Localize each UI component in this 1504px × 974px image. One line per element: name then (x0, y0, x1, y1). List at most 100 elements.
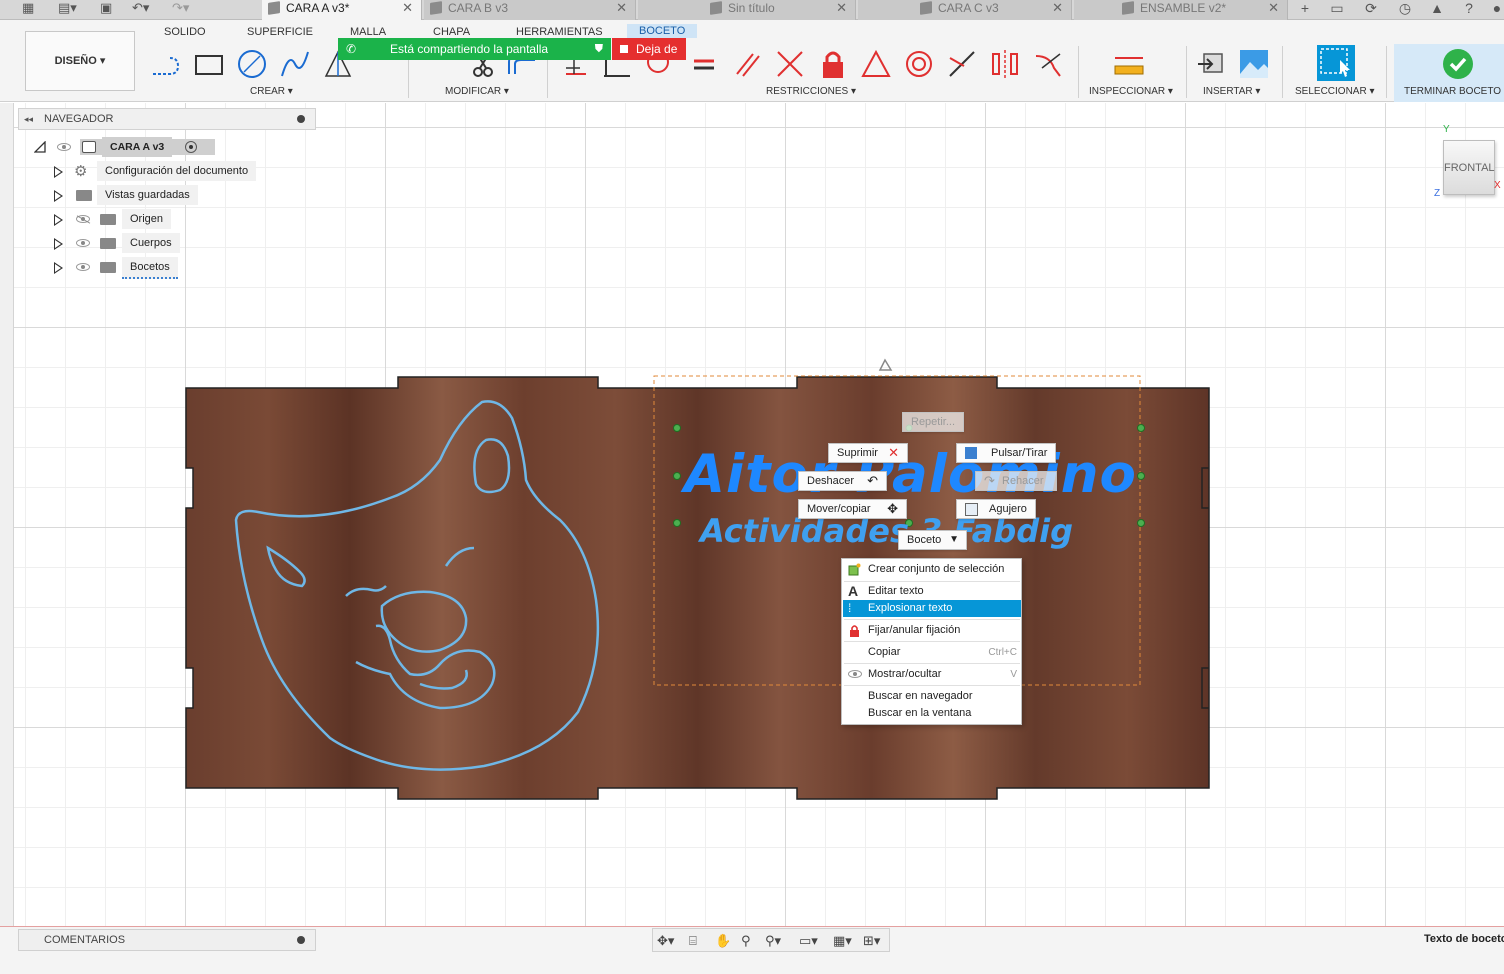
repeat-button[interactable]: Repetir... (902, 412, 965, 432)
group-crear[interactable]: CREAR ▾ (250, 86, 293, 97)
group-inspeccionar[interactable]: INSPECCIONAR ▾ (1089, 86, 1173, 97)
midpoint-constraint-icon[interactable] (946, 48, 978, 80)
visibility-eye-icon[interactable] (76, 263, 90, 271)
minimize-icon[interactable] (297, 115, 305, 123)
notifications-icon[interactable]: ▲ (1428, 0, 1446, 18)
expand-triangle-icon[interactable] (34, 141, 46, 153)
perpendicular-constraint-icon[interactable] (774, 48, 806, 80)
circle-tool-icon[interactable] (236, 48, 268, 80)
browser-header[interactable]: ◂◂ NAVEGADOR (18, 108, 316, 130)
tab-solido[interactable]: SOLIDO (164, 26, 206, 38)
browser-item-sketches[interactable]: Bocetos (52, 257, 182, 279)
tab-cara-a[interactable]: CARA A v3* ✕ (262, 0, 422, 20)
fix-constraint-icon[interactable] (817, 48, 849, 80)
browser-item-settings[interactable]: ⚙ Configuración del documento (52, 161, 262, 181)
sketch-text-line1[interactable]: Aitor Palomino (684, 444, 1137, 505)
pan-hand-icon[interactable]: ✋ (715, 933, 731, 949)
menu-item-find-in-window[interactable]: Buscar en la ventana (843, 705, 1021, 722)
stop-sharing-button[interactable]: Deja de (612, 38, 686, 60)
rectangle-tool-icon[interactable] (193, 48, 225, 80)
grid-settings-icon[interactable]: ▦▾ (833, 933, 852, 949)
menu-item-edit-text[interactable]: A Editar texto (843, 583, 1021, 600)
press-pull-button[interactable]: Pulsar/Tirar (956, 443, 1056, 463)
redo-icon[interactable]: ↷▾ (172, 0, 189, 18)
fit-icon[interactable]: ⚲▾ (765, 933, 781, 949)
menu-item-find-in-browser[interactable]: Buscar en navegador (843, 688, 1021, 705)
history-icon[interactable]: ◷ (1396, 0, 1414, 18)
menu-item-copy[interactable]: Copiar Ctrl+C (843, 644, 1021, 661)
close-icon[interactable]: ✕ (616, 0, 627, 16)
help-icon[interactable]: ? (1460, 0, 1478, 18)
file-menu-icon[interactable]: ▤▾ (58, 0, 77, 18)
move-copy-button[interactable]: Mover/copiar ✥ (798, 499, 907, 519)
delete-button[interactable]: Suprimir ✕ (828, 443, 908, 463)
grid-menu-icon[interactable]: ▦ (22, 0, 34, 18)
workspace-switcher[interactable]: DISEÑO ▾ (25, 31, 135, 91)
account-icon[interactable]: ● (1488, 0, 1504, 18)
group-restricciones[interactable]: RESTRICCIONES ▾ (766, 86, 856, 97)
sketch-dropdown-button[interactable]: Boceto ▼ (898, 530, 967, 550)
menu-item-explode-text[interactable]: ⁞ Explosionar texto (843, 600, 1021, 617)
menu-item-fix-unfix[interactable]: Fijar/anular fijación (843, 622, 1021, 639)
spline-tool-icon[interactable] (279, 48, 311, 80)
group-modificar[interactable]: MODIFICAR ▾ (445, 86, 509, 97)
hole-button[interactable]: Agujero (956, 499, 1036, 519)
display-settings-icon[interactable]: ▭▾ (799, 933, 818, 949)
tab-herramientas[interactable]: HERRAMIENTAS (516, 26, 603, 38)
symmetry-constraint-icon[interactable] (989, 48, 1021, 80)
close-icon[interactable]: ✕ (836, 0, 847, 16)
comments-panel[interactable]: COMENTARIOS (18, 929, 316, 951)
tab-boceto[interactable]: BOCETO (627, 24, 698, 38)
curvature-constraint-icon[interactable] (1032, 48, 1064, 80)
browser-item-bodies[interactable]: Cuerpos (52, 233, 182, 253)
tab-chapa[interactable]: CHAPA (433, 26, 470, 38)
finish-sketch-button[interactable]: TERMINAR BOCETO (1394, 44, 1504, 102)
expand-triangle-icon[interactable] (54, 214, 63, 226)
viewports-icon[interactable]: ⊞▾ (863, 933, 880, 949)
close-icon[interactable]: ✕ (1268, 0, 1279, 16)
tab-cara-c[interactable]: CARA C v3 ✕ (858, 0, 1072, 20)
insert-derive-icon[interactable] (1196, 48, 1228, 80)
menu-item-show-hide[interactable]: Mostrar/ocultar V (843, 666, 1021, 683)
viewcube[interactable]: FRONTAL (1443, 140, 1495, 195)
look-at-icon[interactable]: ⌸ (689, 933, 697, 949)
close-icon[interactable]: ✕ (1052, 0, 1063, 16)
close-icon[interactable]: ✕ (402, 0, 413, 16)
expand-triangle-icon[interactable] (54, 238, 63, 250)
tab-sin-titulo[interactable]: Sin título ✕ (638, 0, 856, 20)
sync-icon[interactable]: ⟳ (1362, 0, 1380, 18)
parallel-constraint-icon[interactable] (731, 48, 763, 80)
tab-malla[interactable]: MALLA (350, 26, 386, 38)
new-tab-icon[interactable]: + (1296, 0, 1314, 18)
browser-root[interactable]: CARA A v3 (34, 137, 215, 157)
measure-tool-icon[interactable] (1113, 48, 1145, 80)
insert-canvas-icon[interactable] (1238, 48, 1270, 80)
visibility-eye-icon[interactable] (57, 143, 71, 151)
orbit-icon[interactable]: ✥▾ (657, 933, 674, 949)
visibility-eye-icon[interactable] (76, 239, 90, 247)
browser-item-saved-views[interactable]: Vistas guardadas (52, 185, 212, 205)
chat-icon[interactable]: ▭ (1328, 0, 1346, 18)
group-seleccionar[interactable]: SELECCIONAR ▾ (1295, 86, 1375, 97)
zoom-icon[interactable]: ⚲ (741, 933, 751, 949)
equal-constraint-icon[interactable] (688, 48, 720, 80)
select-tool-icon[interactable] (1316, 44, 1356, 82)
tab-ensamble[interactable]: ENSAMBLE v2* ✕ (1074, 0, 1288, 20)
browser-item-origin[interactable]: Origen (52, 209, 182, 229)
add-comment-icon[interactable] (297, 936, 305, 944)
tab-superficie[interactable]: SUPERFICIE (247, 26, 313, 38)
undo-icon[interactable]: ↶▾ (132, 0, 149, 18)
expand-triangle-icon[interactable] (54, 190, 63, 202)
tab-cara-b[interactable]: CARA B v3 ✕ (424, 0, 636, 20)
horizontal-vertical-constraint-icon[interactable] (860, 48, 892, 80)
redo-button[interactable]: ↷ Rehacer (975, 471, 1057, 491)
tangent-constraint-icon[interactable] (903, 48, 935, 80)
undo-button[interactable]: Deshacer ↶ (798, 471, 887, 491)
save-icon[interactable]: ▣ (100, 0, 112, 18)
collapse-panel-icon[interactable]: ◂◂ (24, 109, 33, 129)
expand-triangle-icon[interactable] (54, 166, 63, 178)
group-insertar[interactable]: INSERTAR ▾ (1203, 86, 1260, 97)
line-tool-icon[interactable] (150, 48, 182, 80)
expand-triangle-icon[interactable] (54, 262, 63, 274)
menu-item-create-selection-set[interactable]: Crear conjunto de selección (843, 561, 1021, 578)
